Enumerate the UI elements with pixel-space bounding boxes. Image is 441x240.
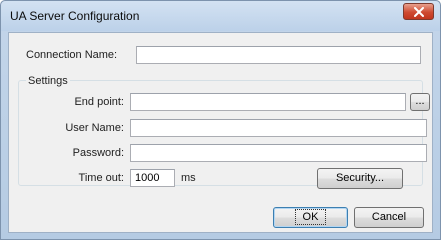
- timeout-unit: ms: [181, 172, 196, 184]
- username-label: User Name:: [65, 122, 124, 134]
- connection-name-label: Connection Name:: [26, 49, 118, 61]
- username-input[interactable]: [130, 119, 427, 137]
- security-button[interactable]: Security...: [317, 168, 403, 189]
- close-icon: [414, 7, 424, 17]
- ok-button-label: OK: [294, 209, 327, 225]
- timeout-label: Time out:: [78, 172, 124, 184]
- window-title: UA Server Configuration: [10, 9, 140, 23]
- ok-button[interactable]: OK: [273, 207, 348, 228]
- password-label: Password:: [72, 147, 124, 159]
- endpoint-input[interactable]: [130, 93, 406, 111]
- close-button[interactable]: [403, 3, 434, 20]
- password-input[interactable]: [130, 144, 427, 162]
- cancel-button[interactable]: Cancel: [354, 207, 424, 228]
- browse-endpoint-button[interactable]: ...: [410, 93, 430, 111]
- settings-legend: Settings: [26, 75, 70, 87]
- dialog-body: Connection Name: Settings End point: ...…: [8, 32, 433, 233]
- endpoint-label: End point:: [74, 96, 124, 108]
- timeout-input[interactable]: [130, 169, 175, 187]
- dialog-window: UA Server Configuration Connection Name:…: [0, 0, 441, 240]
- title-bar[interactable]: UA Server Configuration: [1, 1, 440, 31]
- connection-name-input[interactable]: [136, 46, 421, 64]
